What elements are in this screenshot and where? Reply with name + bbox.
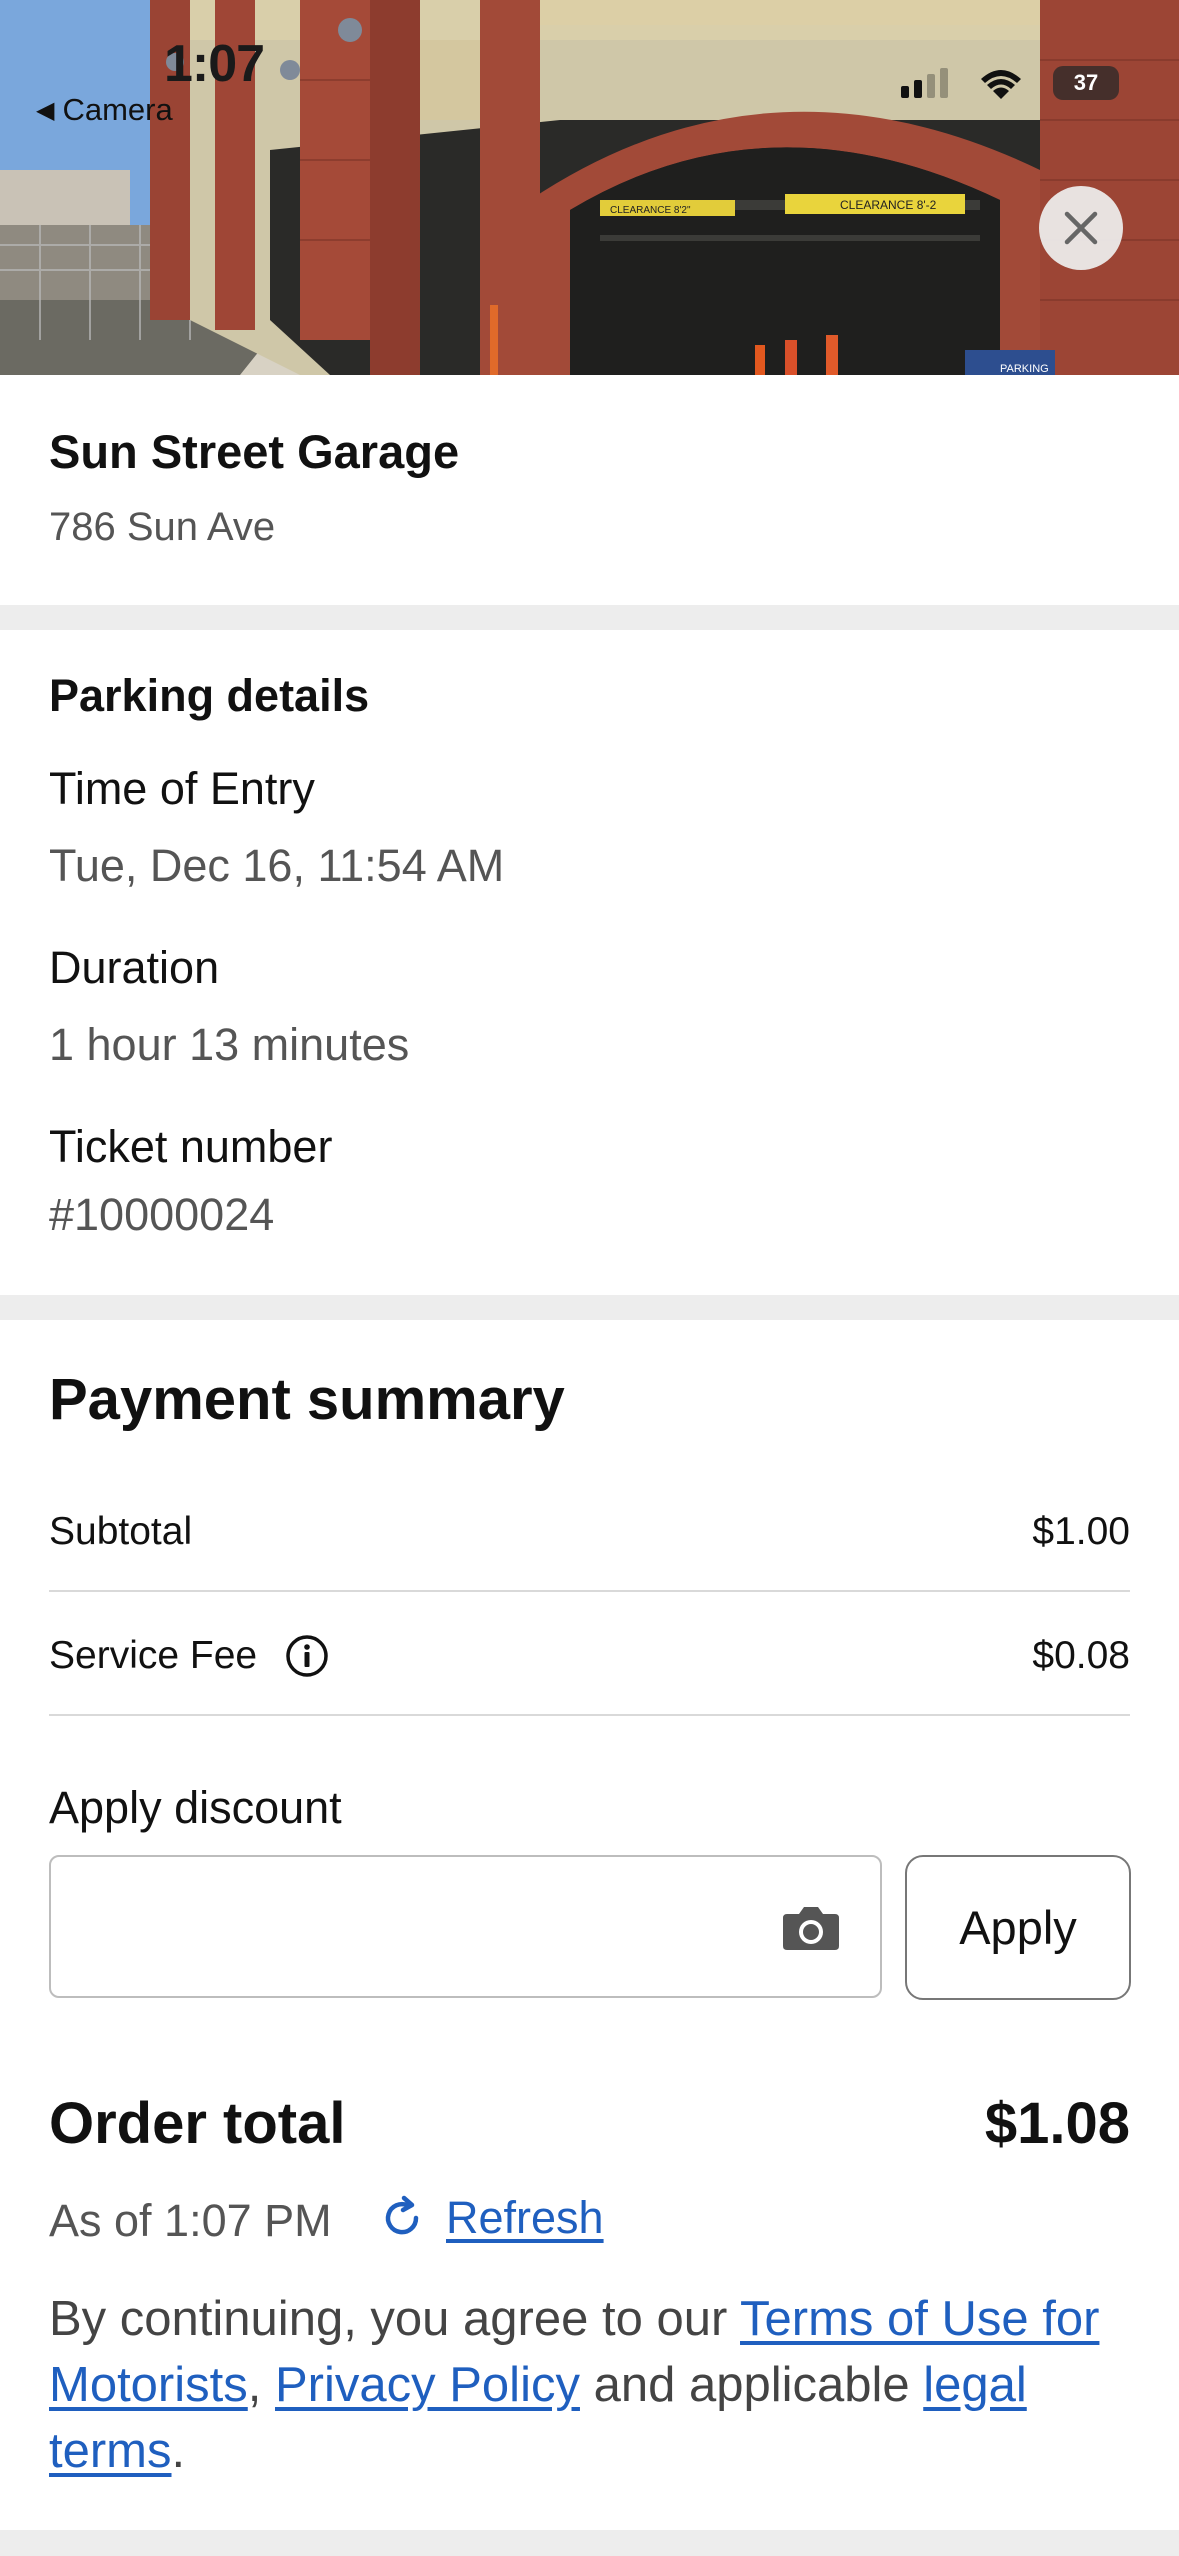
status-bar-time: 1:07 <box>164 35 265 93</box>
refresh-button[interactable]: Refresh <box>378 2192 604 2244</box>
subtotal-value: $1.00 <box>1032 1510 1130 1553</box>
garage-address: 786 Sun Ave <box>49 505 276 549</box>
time-of-entry-value: Tue, Dec 16, 11:54 AM <box>49 840 505 891</box>
parking-details-title: Parking details <box>49 670 370 721</box>
service-fee-label: Service Fee <box>49 1634 258 1677</box>
close-icon <box>1064 211 1098 245</box>
refresh-icon <box>385 2195 419 2235</box>
ticket-number-value: #10000024 <box>49 1189 275 1240</box>
time-of-entry-label: Time of Entry <box>49 763 315 814</box>
garage-photo-header: CLEARANCE 8'2" CLEARANCE 8'-2 PARKING 1:… <box>0 0 1179 375</box>
discount-code-input[interactable] <box>49 1855 882 1998</box>
close-button[interactable] <box>1039 186 1123 270</box>
order-total-value: $1.08 <box>984 2091 1130 2156</box>
subtotal-label: Subtotal <box>49 1510 193 1553</box>
battery-level: 37 <box>1073 70 1099 95</box>
wifi-icon <box>981 70 1021 99</box>
battery-icon: 37 <box>1053 66 1119 100</box>
back-to-camera-link[interactable]: ◀ Camera <box>36 92 173 128</box>
bottom-background <box>0 2530 1179 2556</box>
garage-name: Sun Street Garage <box>49 425 460 478</box>
refresh-link: Refresh <box>446 2192 604 2243</box>
payment-summary-card: Payment summary Subtotal $1.00 Service F… <box>0 1320 1179 2530</box>
clearance-sign-left: CLEARANCE 8'2" <box>610 205 691 216</box>
cellular-signal-icon <box>901 68 948 98</box>
parking-sign: PARKING <box>1000 363 1049 375</box>
legal-middle: and applicable <box>579 2358 924 2412</box>
ticket-number-label: Ticket number <box>49 1121 333 1172</box>
location-card: Sun Street Garage 786 Sun Ave <box>0 375 1179 605</box>
duration-label: Duration <box>49 942 220 993</box>
apply-discount-label: Apply discount <box>49 1782 342 1833</box>
divider <box>49 1590 1130 1592</box>
back-link-label: Camera <box>62 92 173 127</box>
scan-discount-button[interactable] <box>778 1900 844 1956</box>
back-triangle-icon: ◀ <box>36 96 55 124</box>
service-fee-value: $0.08 <box>1032 1634 1130 1677</box>
legal-comma: , <box>247 2358 275 2412</box>
duration-value: 1 hour 13 minutes <box>49 1019 410 1070</box>
privacy-policy-link[interactable]: Privacy Policy <box>275 2358 580 2412</box>
apply-discount-button[interactable]: Apply <box>905 1855 1131 2000</box>
service-fee-row: Service Fee <box>49 1634 329 1678</box>
clearance-sign-right: CLEARANCE 8'-2 <box>840 198 937 212</box>
parking-details-card: Parking details Time of Entry Tue, Dec 1… <box>0 630 1179 1295</box>
status-bar-icons: 37 <box>901 66 1119 100</box>
divider <box>49 1714 1130 1716</box>
info-icon[interactable] <box>285 1634 329 1678</box>
payment-summary-title: Payment summary <box>49 1367 565 1432</box>
price-as-of-text: As of 1:07 PM <box>49 2195 332 2246</box>
order-total-label: Order total <box>49 2091 346 2156</box>
legal-suffix: . <box>171 2424 186 2478</box>
legal-prefix: By continuing, you agree to our <box>49 2292 741 2346</box>
camera-icon <box>783 1907 839 1950</box>
legal-disclaimer: By continuing, you agree to our Terms of… <box>49 2286 1139 2484</box>
